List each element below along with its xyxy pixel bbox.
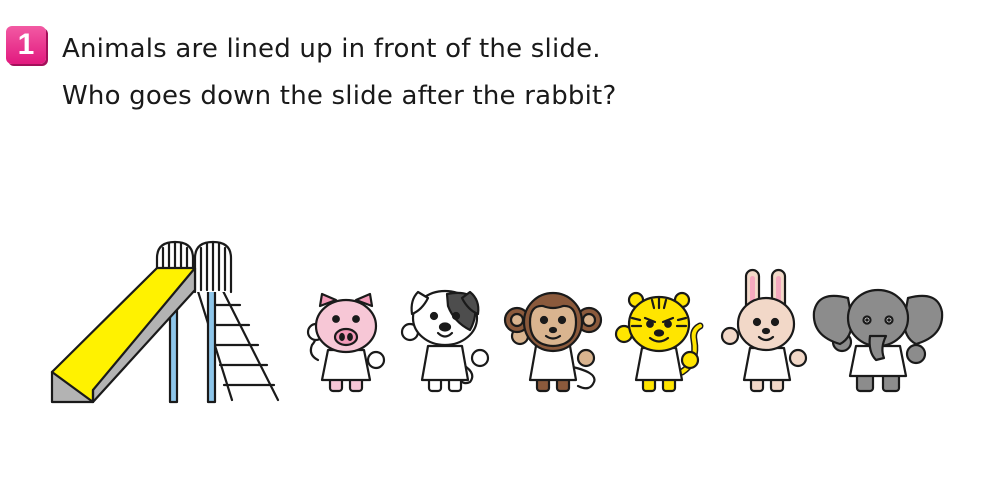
elephant: [812, 288, 944, 393]
animal-line-illustration: [50, 240, 944, 404]
rabbit: [720, 268, 808, 393]
dog: [400, 289, 490, 393]
ladder-rail-right: [218, 283, 280, 402]
pig: [306, 292, 386, 393]
problem-page: 1 Animals are lined up in front of the s…: [0, 0, 1000, 500]
slide: [50, 240, 280, 404]
slide-pole-right: [206, 278, 217, 404]
monkey: [503, 291, 603, 393]
tiger: [614, 291, 704, 393]
